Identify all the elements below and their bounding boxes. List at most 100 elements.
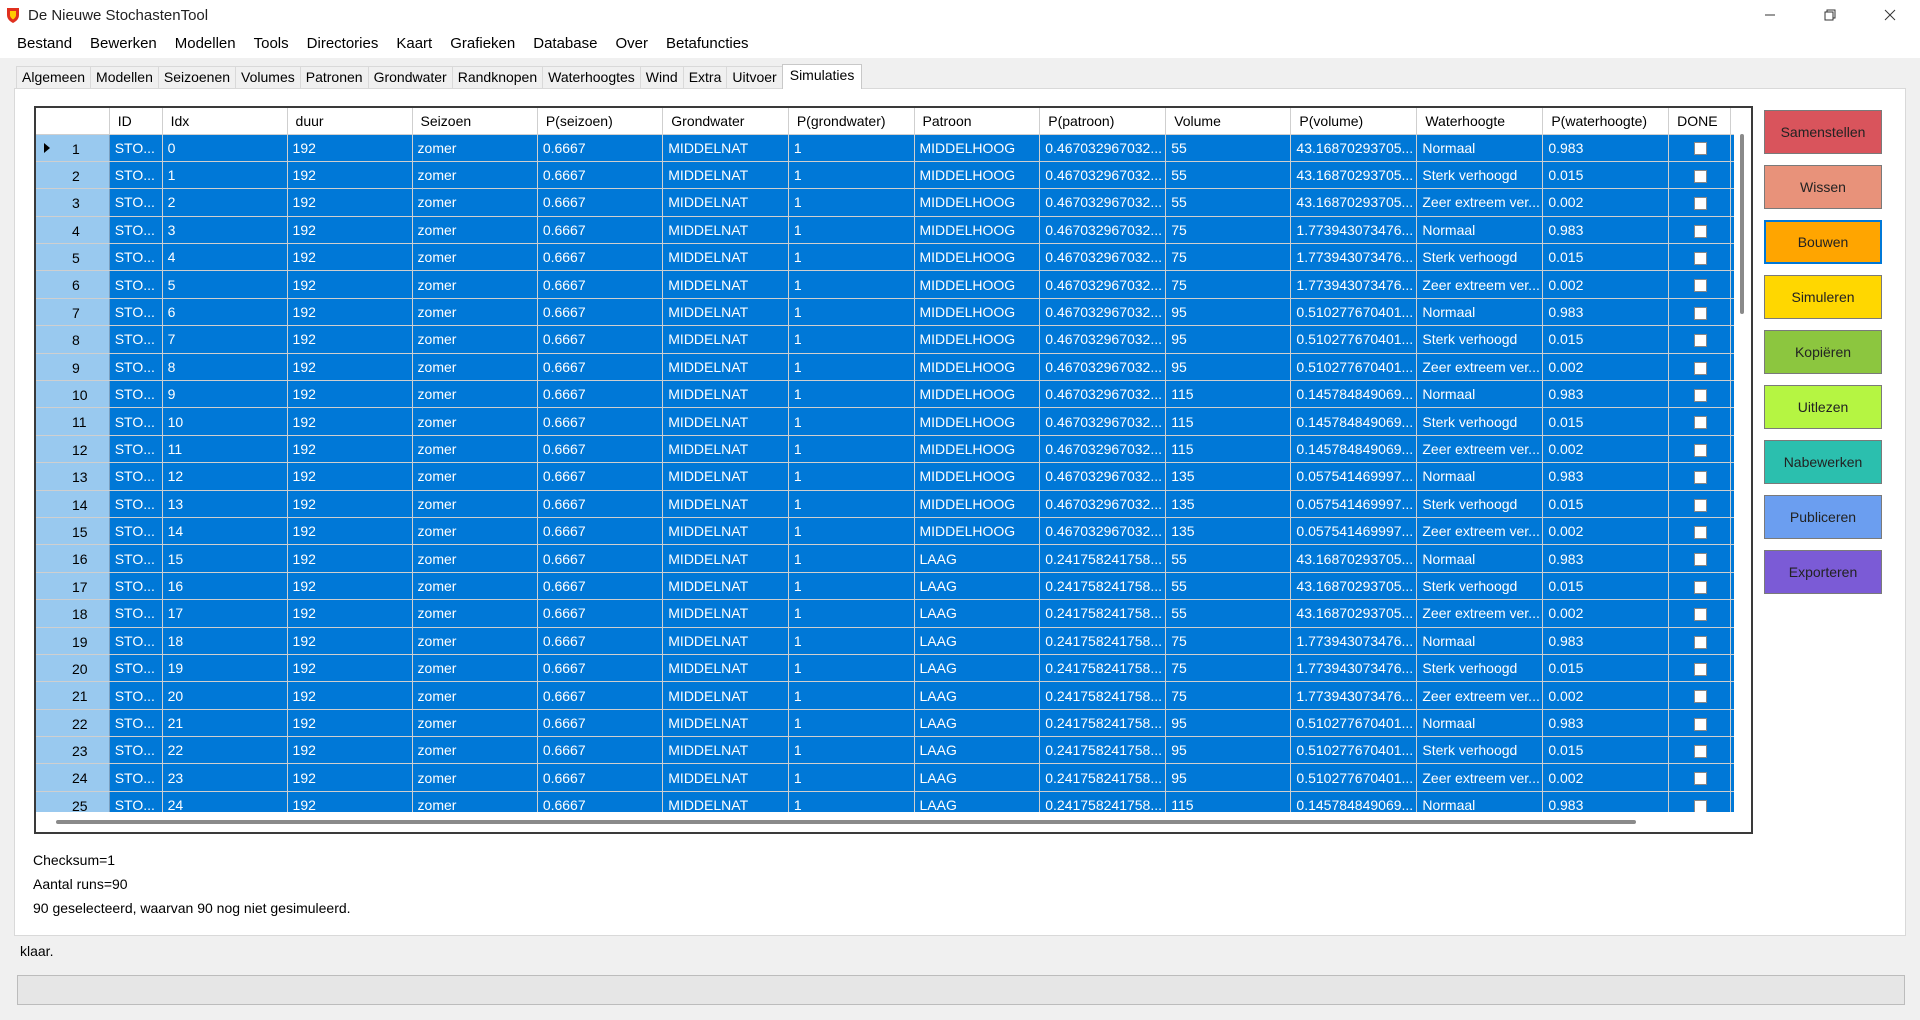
cell-p-waterhoogte[interactable]: 0.002	[1542, 435, 1670, 464]
cell-p-patroon[interactable]: 0.467032967032...	[1039, 188, 1167, 217]
cell-p-seizoen[interactable]: 0.6667	[537, 380, 664, 409]
cell-p-patroon[interactable]: 0.467032967032...	[1039, 407, 1167, 436]
row-header[interactable]: 13	[36, 462, 110, 491]
done-checkbox[interactable]	[1694, 416, 1708, 430]
cell-volume[interactable]: 135	[1165, 517, 1292, 546]
cell-p-waterhoogte[interactable]: 0.983	[1542, 380, 1670, 409]
cell-p-volume[interactable]: 0.510277670401...	[1290, 325, 1418, 354]
cell-seizoen[interactable]: zomer	[412, 325, 538, 354]
cell-p-patroon[interactable]: 0.241758241758...	[1039, 599, 1167, 628]
table-row[interactable]: 8 STO... 7 192 zomer 0.6667 MIDDELNAT 1 MIDDELHO…	[36, 325, 1751, 354]
cell-patroon[interactable]: LAAG	[914, 599, 1041, 628]
row-header[interactable]: 17	[36, 572, 110, 601]
cell-done[interactable]	[1668, 490, 1731, 518]
cell-p-seizoen[interactable]: 0.6667	[537, 134, 664, 162]
cell-idx[interactable]: 19	[162, 654, 288, 683]
cell-waterhoogte[interactable]: Zeer extreem ver...	[1416, 188, 1544, 217]
cell-p-waterhoogte[interactable]: 0.983	[1542, 544, 1670, 573]
cell-duur[interactable]: 192	[287, 216, 413, 245]
table-row[interactable]: 19 STO... 18 192 zomer 0.6667 MIDDELNAT 1 LAAG 0.…	[36, 627, 1751, 655]
cell-duur[interactable]: 192	[287, 517, 413, 546]
cell-p-waterhoogte[interactable]: 0.983	[1542, 298, 1670, 327]
table-row[interactable]: 9 STO... 8 192 zomer 0.6667 MIDDELNAT 1 MIDDELHO…	[36, 353, 1751, 382]
column-header-id[interactable]: ID	[109, 108, 163, 135]
cell-p-grondwater[interactable]: 1	[788, 572, 915, 601]
cell-seizoen[interactable]: zomer	[412, 627, 538, 655]
cell-seizoen[interactable]: zomer	[412, 435, 538, 464]
menu-betafuncties[interactable]: Betafuncties	[657, 30, 758, 58]
cell-done[interactable]	[1668, 435, 1731, 464]
cell-duur[interactable]: 192	[287, 599, 413, 628]
cell-duur[interactable]: 192	[287, 243, 413, 272]
cell-idx[interactable]: 11	[162, 435, 288, 464]
cell-p-waterhoogte[interactable]: 0.015	[1542, 325, 1670, 354]
cell-p-grondwater[interactable]: 1	[788, 490, 915, 518]
cell-p-volume[interactable]: 1.773943073476...	[1290, 243, 1418, 272]
cell-p-patroon[interactable]: 0.241758241758...	[1039, 627, 1167, 655]
cell-grondwater[interactable]: MIDDELNAT	[662, 216, 789, 245]
column-header-waterhoogte[interactable]: Waterhoogte	[1416, 108, 1544, 135]
done-checkbox[interactable]	[1694, 197, 1708, 211]
cell-p-waterhoogte[interactable]: 0.002	[1542, 188, 1670, 217]
cell-p-patroon[interactable]: 0.467032967032...	[1039, 380, 1167, 409]
cell-p-waterhoogte[interactable]: 0.002	[1542, 681, 1670, 710]
table-row[interactable]: 21 STO... 20 192 zomer 0.6667 MIDDELNAT 1 LAAG 0.…	[36, 681, 1751, 710]
cell-duur[interactable]: 192	[287, 134, 413, 162]
nabewerken-button[interactable]: Nabewerken	[1764, 440, 1882, 484]
cell-volume[interactable]: 75	[1165, 270, 1292, 299]
row-header[interactable]: 5	[36, 243, 110, 272]
cell-seizoen[interactable]: zomer	[412, 654, 538, 683]
cell-p-seizoen[interactable]: 0.6667	[537, 243, 664, 272]
cell-p-seizoen[interactable]: 0.6667	[537, 216, 664, 245]
row-header[interactable]: 4	[36, 216, 110, 245]
cell-patroon[interactable]: LAAG	[914, 627, 1041, 655]
menu-directories[interactable]: Directories	[298, 30, 388, 58]
cell-id[interactable]: STO...	[109, 736, 163, 765]
cell-idx[interactable]: 0	[162, 134, 288, 162]
cell-id[interactable]: STO...	[109, 709, 163, 738]
cell-duur[interactable]: 192	[287, 736, 413, 765]
cell-p-patroon[interactable]: 0.241758241758...	[1039, 654, 1167, 683]
cell-idx[interactable]: 1	[162, 161, 288, 190]
cell-p-patroon[interactable]: 0.241758241758...	[1039, 572, 1167, 601]
cell-patroon[interactable]: MIDDELHOOG	[914, 243, 1041, 272]
cell-patroon[interactable]: LAAG	[914, 709, 1041, 738]
table-row[interactable]: 5 STO... 4 192 zomer 0.6667 MIDDELNAT 1 MIDDELHO…	[36, 243, 1751, 272]
cell-waterhoogte[interactable]: Sterk verhoogd	[1416, 736, 1544, 765]
cell-waterhoogte[interactable]: Sterk verhoogd	[1416, 407, 1544, 436]
cell-idx[interactable]: 7	[162, 325, 288, 354]
cell-duur[interactable]: 192	[287, 462, 413, 491]
cell-p-grondwater[interactable]: 1	[788, 353, 915, 382]
row-header[interactable]: 18	[36, 599, 110, 628]
cell-volume[interactable]: 95	[1165, 298, 1292, 327]
cell-p-volume[interactable]: 43.16870293705...	[1290, 161, 1418, 190]
cell-id[interactable]: STO...	[109, 681, 163, 710]
cell-patroon[interactable]: LAAG	[914, 654, 1041, 683]
cell-p-volume[interactable]: 1.773943073476...	[1290, 627, 1418, 655]
cell-done[interactable]	[1668, 462, 1731, 491]
cell-id[interactable]: STO...	[109, 462, 163, 491]
wissen-button[interactable]: Wissen	[1764, 165, 1882, 209]
cell-idx[interactable]: 13	[162, 490, 288, 518]
uitlezen-button[interactable]: Uitlezen	[1764, 385, 1882, 429]
cell-idx[interactable]: 15	[162, 544, 288, 573]
exporteren-button[interactable]: Exporteren	[1764, 550, 1882, 594]
column-header-idx[interactable]: Idx	[162, 108, 288, 135]
cell-grondwater[interactable]: MIDDELNAT	[662, 134, 789, 162]
column-header-done[interactable]: DONE	[1668, 108, 1731, 135]
table-row[interactable]: 6 STO... 5 192 zomer 0.6667 MIDDELNAT 1 MIDDELHO…	[36, 270, 1751, 299]
cell-waterhoogte[interactable]: Normaal	[1416, 298, 1544, 327]
vertical-scroll-thumb[interactable]	[1740, 134, 1744, 314]
cell-idx[interactable]: 22	[162, 736, 288, 765]
done-checkbox[interactable]	[1694, 334, 1708, 348]
tab-patronen[interactable]: Patronen	[299, 66, 369, 88]
cell-id[interactable]: STO...	[109, 763, 163, 792]
cell-id[interactable]: STO...	[109, 161, 163, 190]
cell-volume[interactable]: 75	[1165, 681, 1292, 710]
cell-patroon[interactable]: MIDDELHOOG	[914, 517, 1041, 546]
cell-done[interactable]	[1668, 681, 1731, 710]
cell-volume[interactable]: 75	[1165, 243, 1292, 272]
column-header-p-seizoen[interactable]: P(seizoen)	[537, 108, 664, 135]
cell-idx[interactable]: 12	[162, 462, 288, 491]
cell-done[interactable]	[1668, 325, 1731, 354]
